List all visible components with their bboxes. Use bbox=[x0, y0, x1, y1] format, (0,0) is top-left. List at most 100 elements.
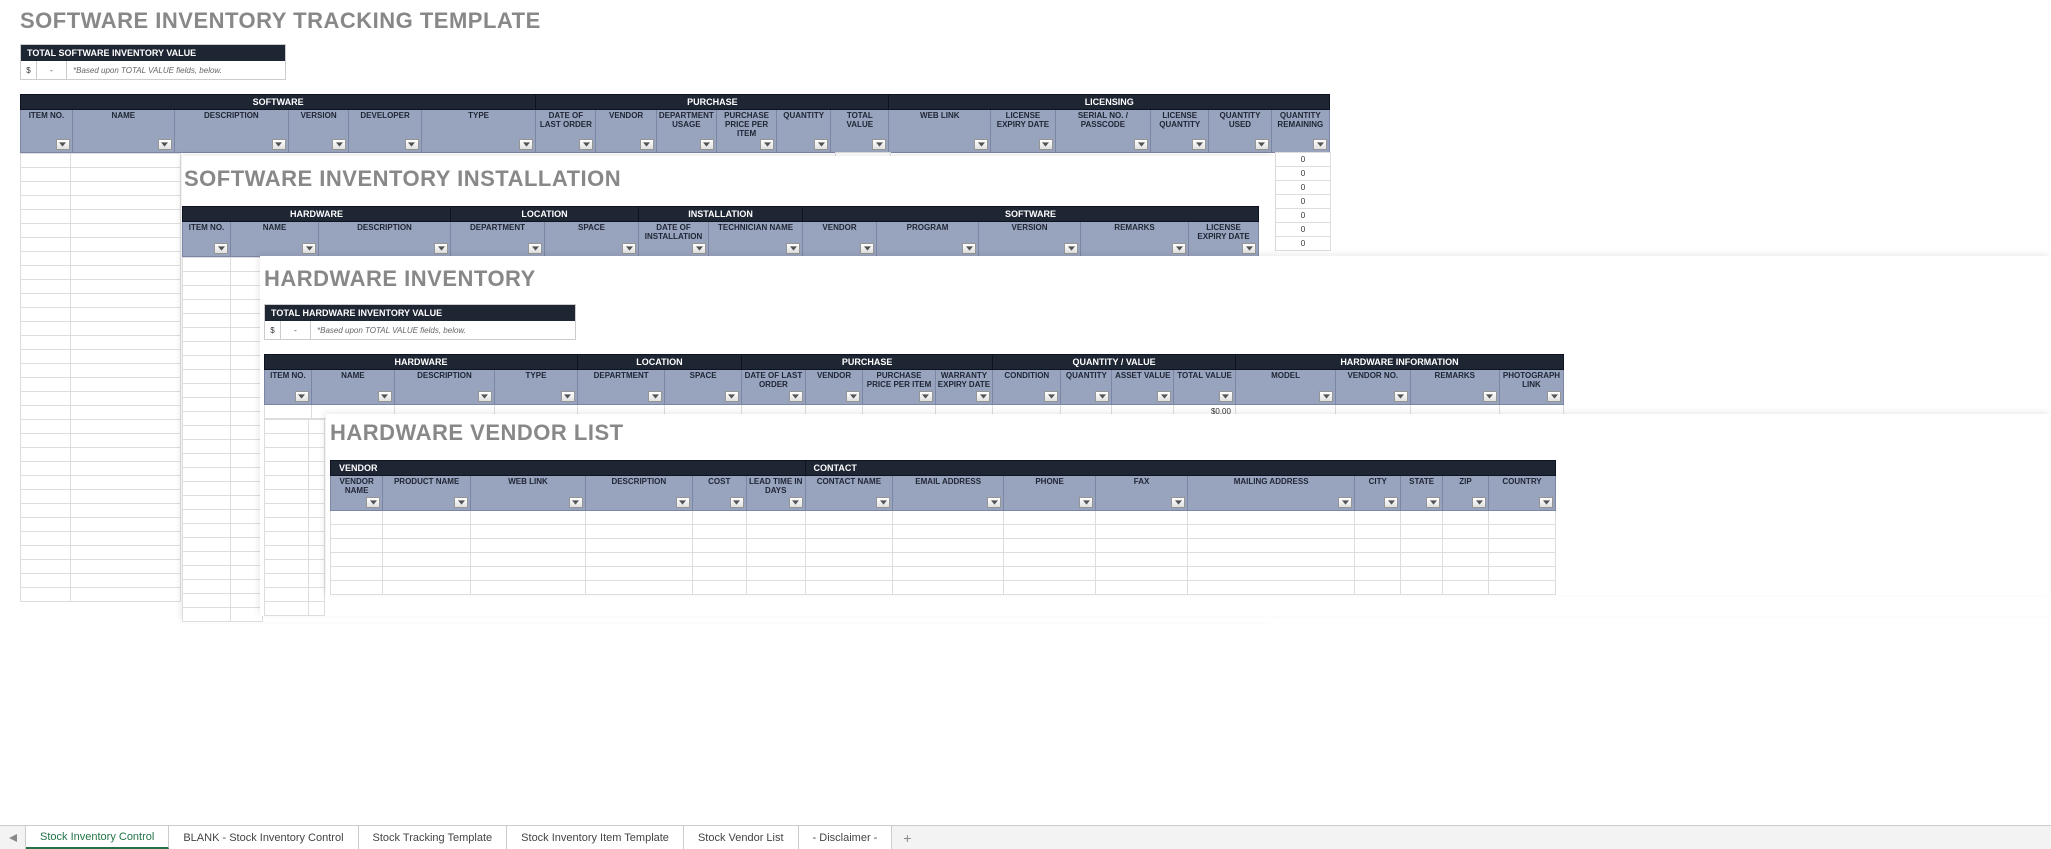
cell-qty-remaining[interactable]: 0 bbox=[1276, 167, 1331, 181]
table-row[interactable]: 0 bbox=[1276, 181, 1331, 195]
cell[interactable] bbox=[893, 580, 1004, 594]
cell[interactable] bbox=[585, 580, 692, 594]
table-row[interactable] bbox=[21, 406, 181, 420]
table-row[interactable]: 0 bbox=[1276, 209, 1331, 223]
cell[interactable] bbox=[21, 224, 71, 238]
cell[interactable] bbox=[21, 462, 71, 476]
cell[interactable] bbox=[71, 182, 181, 196]
table-row[interactable] bbox=[21, 252, 181, 266]
table-row[interactable] bbox=[265, 573, 325, 587]
cell[interactable] bbox=[21, 448, 71, 462]
cell[interactable] bbox=[309, 489, 325, 503]
filter-icon[interactable] bbox=[1242, 243, 1256, 254]
sheet-tab-disclaimer[interactable]: - Disclaimer - bbox=[799, 826, 893, 849]
cell[interactable] bbox=[231, 495, 263, 509]
cell[interactable] bbox=[585, 538, 692, 552]
sheet-tab-stock-vendor-list[interactable]: Stock Vendor List bbox=[684, 826, 799, 849]
cell[interactable] bbox=[309, 559, 325, 573]
table-row[interactable] bbox=[21, 462, 181, 476]
cell[interactable] bbox=[1443, 538, 1489, 552]
table-row[interactable] bbox=[183, 411, 263, 425]
sheet-tab-blank-stock-inventory-control[interactable]: BLANK - Stock Inventory Control bbox=[169, 826, 358, 849]
table-row[interactable] bbox=[21, 168, 181, 182]
cell[interactable] bbox=[183, 607, 231, 621]
cell[interactable] bbox=[21, 280, 71, 294]
filter-icon[interactable] bbox=[648, 391, 662, 402]
cell[interactable] bbox=[21, 294, 71, 308]
table-row[interactable]: 0 bbox=[1276, 153, 1331, 167]
cell[interactable] bbox=[692, 552, 746, 566]
table-row[interactable] bbox=[183, 453, 263, 467]
table-row[interactable] bbox=[331, 566, 1556, 580]
cell[interactable] bbox=[331, 566, 383, 580]
cell[interactable] bbox=[585, 566, 692, 580]
cell[interactable] bbox=[71, 588, 181, 602]
table-row[interactable] bbox=[21, 532, 181, 546]
cell[interactable] bbox=[183, 411, 231, 425]
table-row[interactable] bbox=[183, 299, 263, 313]
filter-icon[interactable] bbox=[876, 497, 890, 508]
cell[interactable] bbox=[231, 439, 263, 453]
cell[interactable] bbox=[71, 378, 181, 392]
cell[interactable] bbox=[231, 523, 263, 537]
table-row[interactable] bbox=[21, 154, 181, 168]
cell[interactable] bbox=[21, 532, 71, 546]
cell[interactable] bbox=[71, 266, 181, 280]
cell[interactable] bbox=[231, 257, 263, 271]
cell[interactable] bbox=[383, 510, 471, 524]
table-row[interactable] bbox=[21, 266, 181, 280]
cell[interactable] bbox=[231, 341, 263, 355]
cell[interactable] bbox=[1401, 510, 1443, 524]
cell[interactable] bbox=[183, 467, 231, 481]
table-row[interactable] bbox=[183, 327, 263, 341]
cell[interactable] bbox=[383, 580, 471, 594]
filter-icon[interactable] bbox=[962, 243, 976, 254]
cell[interactable] bbox=[383, 566, 471, 580]
filter-icon[interactable] bbox=[579, 139, 593, 150]
table-row[interactable] bbox=[21, 434, 181, 448]
filter-icon[interactable] bbox=[919, 391, 933, 402]
cell[interactable] bbox=[21, 392, 71, 406]
table-row[interactable] bbox=[265, 587, 325, 601]
cell[interactable] bbox=[231, 551, 263, 565]
filter-icon[interactable] bbox=[1319, 391, 1333, 402]
filter-icon[interactable] bbox=[814, 139, 828, 150]
cell[interactable] bbox=[471, 552, 586, 566]
table-row[interactable] bbox=[265, 601, 325, 615]
filter-icon[interactable] bbox=[846, 391, 860, 402]
cell[interactable] bbox=[21, 504, 71, 518]
cell[interactable] bbox=[1443, 552, 1489, 566]
cell[interactable] bbox=[309, 503, 325, 517]
cell[interactable] bbox=[21, 266, 71, 280]
cell[interactable] bbox=[1443, 566, 1489, 580]
cell-qty-remaining[interactable]: 0 bbox=[1276, 237, 1331, 251]
cell[interactable] bbox=[21, 322, 71, 336]
cell[interactable] bbox=[71, 406, 181, 420]
cell[interactable] bbox=[231, 327, 263, 341]
table-row[interactable] bbox=[21, 238, 181, 252]
cell[interactable] bbox=[805, 538, 893, 552]
cell[interactable] bbox=[1188, 524, 1355, 538]
cell[interactable] bbox=[231, 299, 263, 313]
cell[interactable] bbox=[265, 489, 309, 503]
cell[interactable] bbox=[183, 313, 231, 327]
table-row[interactable] bbox=[183, 257, 263, 271]
table-row[interactable] bbox=[183, 481, 263, 495]
cell[interactable] bbox=[183, 509, 231, 523]
cell[interactable] bbox=[1355, 580, 1401, 594]
cell[interactable] bbox=[71, 490, 181, 504]
cell[interactable] bbox=[21, 588, 71, 602]
cell[interactable] bbox=[183, 369, 231, 383]
table-row[interactable] bbox=[331, 524, 1556, 538]
cell[interactable] bbox=[1489, 510, 1556, 524]
cell[interactable] bbox=[21, 476, 71, 490]
table-row[interactable] bbox=[331, 510, 1556, 524]
cell[interactable] bbox=[21, 350, 71, 364]
cell[interactable] bbox=[21, 378, 71, 392]
cell[interactable] bbox=[71, 504, 181, 518]
add-sheet-button[interactable]: + bbox=[892, 826, 922, 849]
table-row[interactable] bbox=[265, 559, 325, 573]
filter-icon[interactable] bbox=[1255, 139, 1269, 150]
cell[interactable] bbox=[231, 481, 263, 495]
table-row[interactable] bbox=[265, 419, 325, 433]
